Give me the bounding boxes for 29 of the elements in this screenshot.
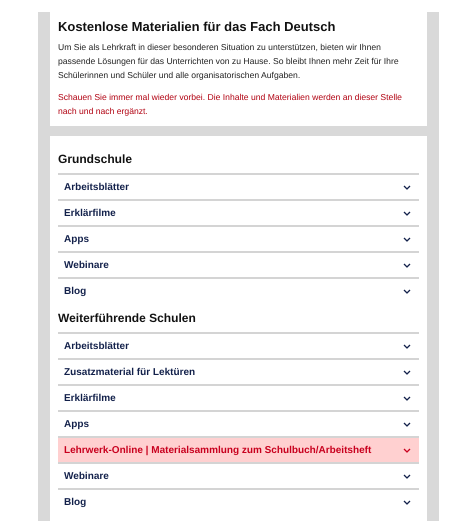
chevron-down-icon bbox=[403, 184, 411, 190]
accordion-item[interactable]: Erklärfilme bbox=[58, 384, 419, 410]
chevron-down-icon bbox=[403, 344, 411, 348]
chevron-down-icon bbox=[403, 236, 411, 242]
accordion-item[interactable]: Blog bbox=[58, 277, 419, 303]
accordion-item[interactable]: Webinare bbox=[58, 462, 419, 488]
accordion-item[interactable]: Apps bbox=[58, 225, 419, 251]
notice-text: Schauen Sie immer mal wieder vorbei. Die Inhalte und Materialien werden an dieser Stelle nach und nach ergänzt. bbox=[58, 91, 403, 118]
chevron-down-icon bbox=[403, 370, 411, 374]
chevron-down-icon bbox=[403, 500, 411, 504]
chevron-down-icon bbox=[403, 262, 411, 268]
chevron-down-icon bbox=[403, 210, 411, 216]
accordion-item[interactable]: Apps bbox=[58, 410, 419, 436]
accordion-item[interactable]: Blog bbox=[58, 488, 419, 514]
accordion-item[interactable]: Zusatzmaterial für Lektüren bbox=[58, 358, 419, 384]
chevron-down-icon bbox=[403, 448, 411, 452]
chevron-down-icon bbox=[403, 422, 411, 426]
intro-text: Um Sie als Lehrkraft in dieser besonderen Situation zu unterstützen, bieten wir Ihnen passende Lösungen für das Unterrichten von zu Hause. So bleibt Ihnen mehr Zeit für Ihre Schülerinnen und Schüler und alle organisatorischen Aufgaben. bbox=[58, 41, 400, 82]
chevron-down-icon bbox=[403, 474, 411, 478]
accordion-item[interactable]: Lehrwerk-Online | Materialsammlung zum Schulbuch/Arbeitsheft bbox=[58, 436, 419, 462]
chevron-down-icon bbox=[403, 288, 411, 294]
accordion-item[interactable]: Erklärfilme bbox=[58, 199, 419, 225]
accordion-item[interactable]: Arbeitsblätter bbox=[58, 173, 419, 199]
accordion-item[interactable]: Arbeitsblätter bbox=[58, 332, 419, 358]
section-heading: Weiterführende Schulen bbox=[58, 311, 197, 325]
accordion-item[interactable]: Webinare bbox=[58, 251, 419, 277]
section-heading: Grundschule bbox=[58, 152, 134, 166]
intro-title: Kostenlose Materialien für das Fach Deutsch bbox=[58, 19, 336, 34]
chevron-down-icon bbox=[403, 396, 411, 400]
